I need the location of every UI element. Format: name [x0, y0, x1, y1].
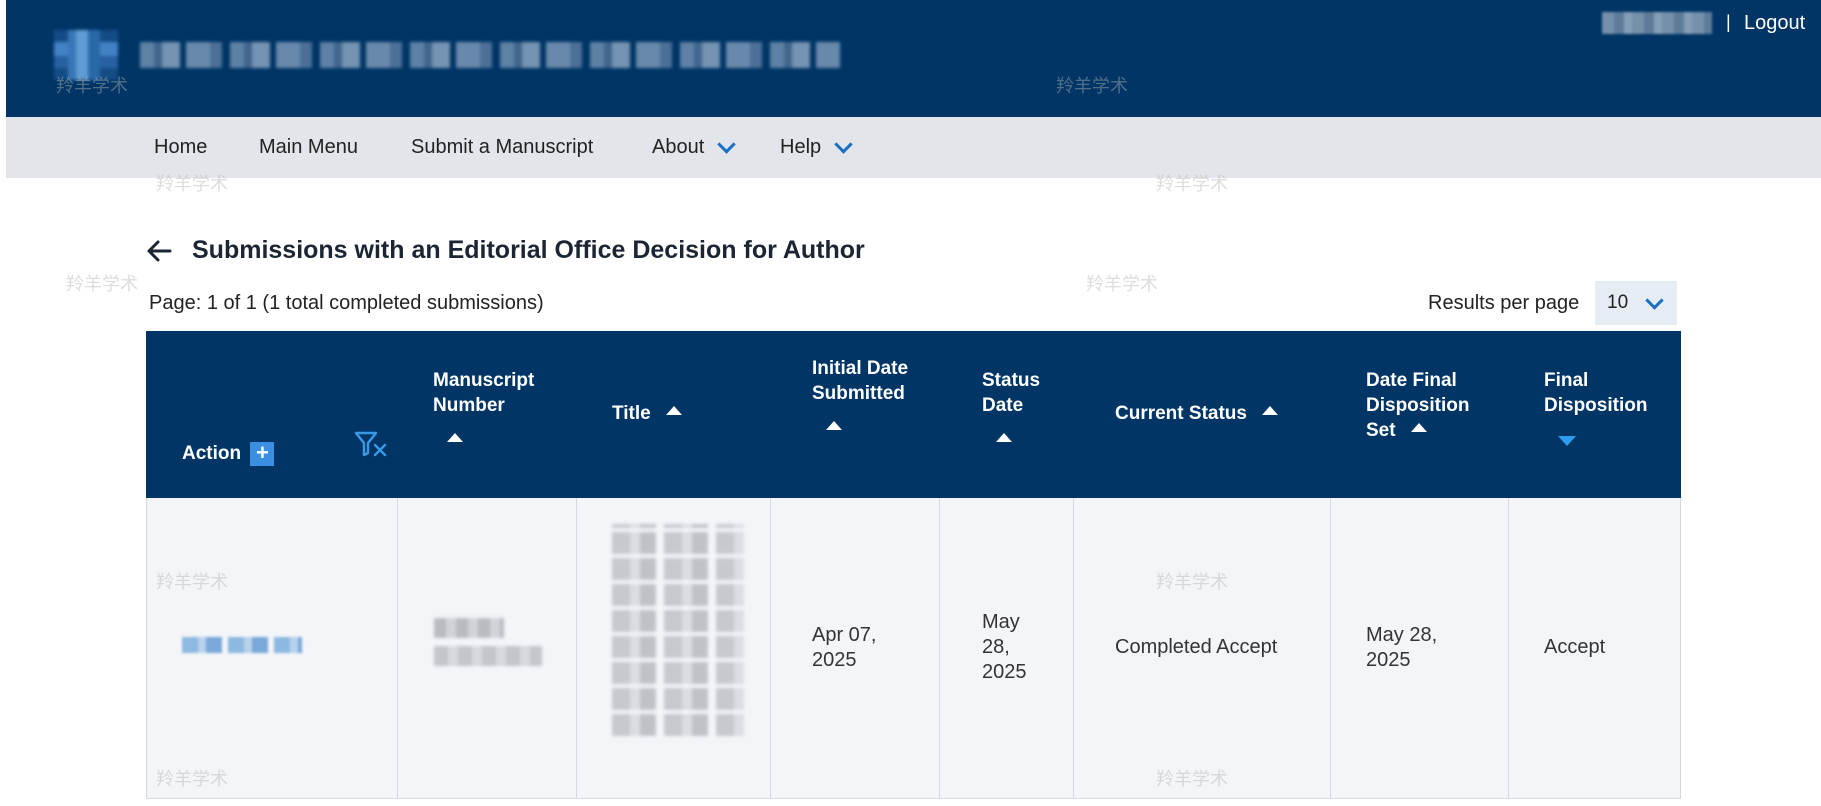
sort-ascending-icon[interactable]: [1410, 423, 1427, 432]
results-per-page-label: Results per page: [1428, 292, 1580, 314]
action-link-redacted[interactable]: [182, 637, 302, 653]
initial-date-submitted-cell: Apr 07, 2025: [812, 624, 877, 671]
nav-item-main-menu[interactable]: Main Menu: [259, 136, 358, 159]
column-divider: [1680, 498, 1681, 798]
chevron-down-icon: [1645, 290, 1664, 310]
column-header-date-final-disposition-set[interactable]: Date Final Disposition Set: [1366, 368, 1486, 443]
back-arrow-icon[interactable]: [146, 238, 172, 264]
nav-item-label: Help: [780, 136, 822, 158]
pagination-info: Page: 1 of 1 (1 total completed submissi…: [149, 292, 544, 314]
column-header-label: Initial Date Submitted: [812, 358, 909, 404]
column-header-label: Current Status: [1115, 403, 1247, 424]
final-disposition-cell: Accept: [1544, 636, 1606, 658]
site-header: | Logout: [6, 0, 1821, 117]
column-header-label: Final Disposition: [1544, 370, 1648, 416]
nav-item-label: Home: [154, 136, 208, 158]
sort-ascending-icon[interactable]: [447, 433, 463, 442]
submissions-table: Action + Manuscript Number Title Initial…: [146, 331, 1681, 806]
column-divider: [1073, 498, 1074, 798]
page-title: Submissions with an Editorial Office Dec…: [192, 236, 865, 264]
sort-ascending-icon[interactable]: [826, 421, 842, 430]
sort-ascending-icon[interactable]: [1262, 406, 1279, 415]
user-name-redacted: [1602, 12, 1712, 34]
logout-link[interactable]: Logout: [1744, 12, 1805, 35]
nav-item-home[interactable]: Home: [154, 136, 207, 159]
nav-item-submit-manuscript[interactable]: Submit a Manuscript: [411, 136, 593, 159]
title-redacted: [612, 524, 744, 740]
column-divider: [939, 498, 940, 798]
nav-item-label: Main Menu: [259, 136, 358, 158]
sort-ascending-icon[interactable]: [996, 433, 1012, 442]
manuscript-number-redacted: [434, 646, 542, 666]
column-header-label: Action: [182, 443, 242, 464]
main-nav: Home Main Menu Submit a Manuscript About…: [6, 117, 1821, 178]
date-final-disposition-set-cell: May 28, 2025: [1366, 624, 1438, 671]
chevron-down-icon: [717, 135, 736, 154]
table-header: Action + Manuscript Number Title Initial…: [146, 331, 1681, 498]
column-divider: [146, 498, 147, 798]
page-frame: | Logout Home Main Menu Submit a Manuscr…: [6, 0, 1821, 806]
column-divider: [1508, 498, 1509, 798]
column-header-label: Manuscript Number: [433, 370, 535, 416]
site-logo: [54, 30, 118, 80]
chevron-down-icon: [834, 135, 853, 154]
nav-item-help[interactable]: Help: [780, 135, 853, 159]
column-divider: [1330, 498, 1331, 798]
plus-icon[interactable]: +: [250, 441, 275, 466]
sort-ascending-icon[interactable]: [666, 406, 682, 415]
column-header-title[interactable]: Title: [612, 401, 682, 426]
sort-descending-icon[interactable]: [1558, 436, 1576, 446]
column-divider: [576, 498, 577, 798]
watermark: 羚羊学术: [66, 274, 138, 294]
results-per-page-value: 10: [1607, 292, 1629, 313]
column-divider: [397, 498, 398, 798]
nav-item-label: About: [652, 136, 705, 158]
filter-clear-icon[interactable]: [354, 430, 390, 460]
nav-item-label: Submit a Manuscript: [411, 136, 594, 158]
table-row: Apr 07, 2025 May 28, 2025 Completed Acce…: [146, 498, 1681, 799]
status-date-cell: May 28, 2025: [982, 611, 1027, 683]
column-header-final-disposition[interactable]: Final Disposition: [1544, 368, 1664, 453]
column-header-current-status[interactable]: Current Status: [1115, 401, 1279, 426]
column-header-manuscript-number[interactable]: Manuscript Number: [433, 368, 573, 449]
header-separator: |: [1726, 12, 1731, 32]
nav-item-about[interactable]: About: [652, 135, 736, 159]
site-name-redacted: [140, 42, 840, 68]
column-header-label: Status Date: [982, 370, 1041, 416]
column-header-label: Title: [612, 403, 651, 424]
column-header-initial-date-submitted[interactable]: Initial Date Submitted: [812, 356, 922, 437]
column-header-status-date[interactable]: Status Date: [982, 368, 1062, 449]
manuscript-number-redacted: [434, 618, 504, 638]
results-per-page-select[interactable]: 10: [1595, 281, 1677, 325]
current-status-cell: Completed Accept: [1115, 636, 1278, 658]
column-divider: [770, 498, 771, 798]
watermark: 羚羊学术: [1086, 274, 1158, 294]
column-header-action: Action +: [182, 441, 275, 466]
